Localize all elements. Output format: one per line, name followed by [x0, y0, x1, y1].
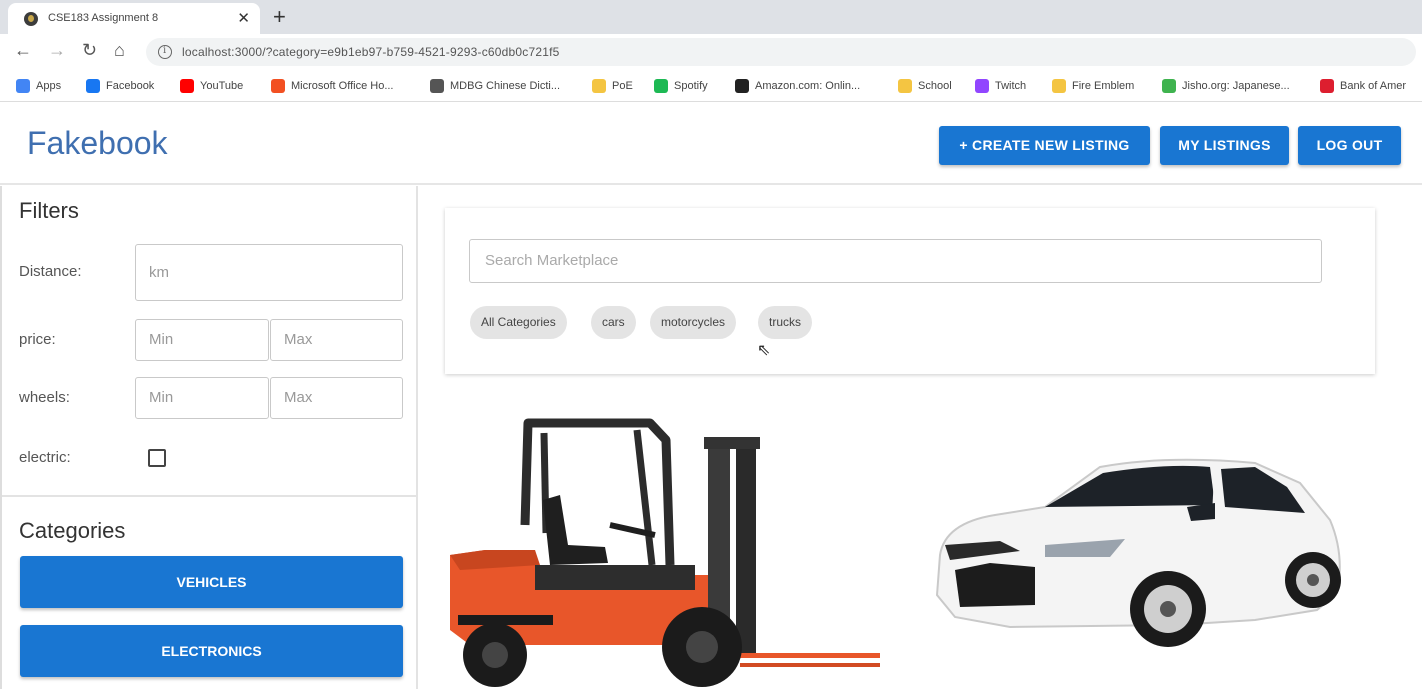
bookmark-item[interactable]: Facebook — [86, 79, 154, 93]
search-card: Search Marketplace All Categories cars m… — [445, 208, 1375, 374]
chip-cars[interactable]: cars — [591, 306, 636, 339]
categories-title: Categories — [19, 518, 126, 543]
site-favicon-icon — [24, 12, 38, 26]
chip-all-categories[interactable]: All Categories — [470, 306, 567, 339]
bookmark-label: Jisho.org: Japanese... — [1182, 80, 1290, 92]
log-out-button[interactable]: LOG OUT — [1298, 126, 1401, 165]
app-header: Fakebook + CREATE NEW LISTING MY LISTING… — [0, 103, 1422, 185]
my-listings-button[interactable]: MY LISTINGS — [1160, 126, 1289, 165]
price-label: price: — [19, 331, 56, 348]
car-image[interactable] — [925, 445, 1355, 667]
wheels-min-input[interactable]: Min — [135, 377, 269, 419]
brand-logo[interactable]: Fakebook — [27, 125, 168, 162]
wheels-max-input[interactable]: Max — [270, 377, 403, 419]
filters-title: Filters — [19, 198, 79, 223]
bookmark-item[interactable]: School — [898, 79, 952, 93]
address-url[interactable]: localhost:3000/?category=e9b1eb97-b759-4… — [182, 45, 560, 59]
reload-icon[interactable]: ↻ — [82, 40, 97, 61]
bookmark-label: Twitch — [995, 80, 1027, 92]
bookmark-item[interactable]: Fire Emblem — [1052, 79, 1134, 93]
bookmark-favicon-icon — [735, 79, 749, 93]
address-bar[interactable]: localhost:3000/?category=e9b1eb97-b759-4… — [146, 38, 1416, 66]
tab-title: CSE183 Assignment 8 — [48, 12, 159, 24]
distance-label: Distance: — [19, 263, 82, 280]
bookmark-item[interactable]: Twitch — [975, 79, 1026, 93]
bookmark-label: Facebook — [106, 80, 155, 92]
bookmark-label: Microsoft Office Ho... — [291, 80, 394, 92]
back-arrow-icon[interactable]: ← — [14, 40, 32, 61]
bookmark-favicon-icon — [1320, 79, 1334, 93]
bookmark-item[interactable]: PoE — [592, 79, 633, 93]
chip-trucks[interactable]: trucks — [758, 306, 813, 339]
bookmark-favicon-icon — [592, 79, 606, 93]
bookmark-favicon-icon — [654, 79, 668, 93]
bookmark-item[interactable]: Amazon.com: Onlin... — [735, 79, 860, 93]
bookmark-item[interactable]: YouTube — [180, 79, 243, 93]
mouse-cursor-icon: ⇖ — [757, 342, 771, 359]
bookmark-label: Bank of Amer — [1340, 80, 1407, 92]
new-tab-icon[interactable]: + — [273, 4, 286, 30]
browser-tab[interactable]: CSE183 Assignment 8 ✕ — [8, 3, 260, 34]
bookmark-item[interactable]: Spotify — [654, 79, 708, 93]
bookmark-label: PoE — [612, 80, 633, 92]
bookmark-favicon-icon — [1052, 79, 1066, 93]
electric-label: electric: — [19, 449, 71, 466]
bookmark-item[interactable]: Microsoft Office Ho... — [271, 79, 394, 93]
bookmark-favicon-icon — [16, 79, 30, 93]
bookmark-item[interactable]: Apps — [16, 79, 61, 93]
bookmark-label: YouTube — [200, 80, 244, 92]
bookmark-favicon-icon — [271, 79, 285, 93]
chip-motorcycles[interactable]: motorcycles — [650, 306, 737, 339]
bookmark-label: Spotify — [674, 80, 708, 92]
bookmark-favicon-icon — [86, 79, 100, 93]
bookmark-item[interactable]: Jisho.org: Japanese... — [1162, 79, 1290, 93]
home-icon[interactable]: ⌂ — [114, 40, 125, 61]
bookmark-favicon-icon — [180, 79, 194, 93]
bookmark-item[interactable]: Bank of Amer — [1320, 79, 1406, 93]
electric-checkbox[interactable] — [148, 449, 166, 467]
sidebar-divider — [2, 495, 418, 497]
search-input[interactable]: Search Marketplace — [469, 239, 1322, 283]
forklift-image[interactable] — [440, 415, 900, 689]
bookmark-label: Amazon.com: Onlin... — [755, 80, 861, 92]
bookmark-favicon-icon — [898, 79, 912, 93]
bookmarks-bar: Apps Facebook YouTube Microsoft Office Ho..… — [0, 70, 1422, 102]
category-button-electronics[interactable]: ELECTRONICS — [20, 625, 403, 677]
bookmark-favicon-icon — [975, 79, 989, 93]
bookmark-label: School — [918, 80, 952, 92]
forward-arrow-icon[interactable]: → — [48, 40, 66, 61]
wheels-label: wheels: — [19, 389, 70, 406]
filters-sidebar: Filters Distance: km price: Min Max whee… — [0, 186, 418, 689]
price-min-input[interactable]: Min — [135, 319, 269, 361]
browser-tab-strip: CSE183 Assignment 8 ✕ + — [0, 0, 1422, 34]
close-tab-icon[interactable]: ✕ — [237, 9, 250, 27]
distance-input[interactable]: km — [135, 244, 403, 301]
category-button-vehicles[interactable]: VEHICLES — [20, 556, 403, 608]
create-listing-button[interactable]: + CREATE NEW LISTING — [939, 126, 1150, 165]
browser-toolbar: ← → ↻ ⌂ localhost:3000/?category=e9b1eb9… — [0, 34, 1422, 70]
price-max-input[interactable]: Max — [270, 319, 403, 361]
bookmark-favicon-icon — [430, 79, 444, 93]
bookmark-favicon-icon — [1162, 79, 1176, 93]
bookmark-label: Fire Emblem — [1072, 80, 1135, 92]
bookmark-label: Apps — [36, 80, 62, 92]
bookmark-label: MDBG Chinese Dicti... — [450, 80, 561, 92]
site-info-icon[interactable] — [158, 45, 172, 59]
bookmark-item[interactable]: MDBG Chinese Dicti... — [430, 79, 560, 93]
